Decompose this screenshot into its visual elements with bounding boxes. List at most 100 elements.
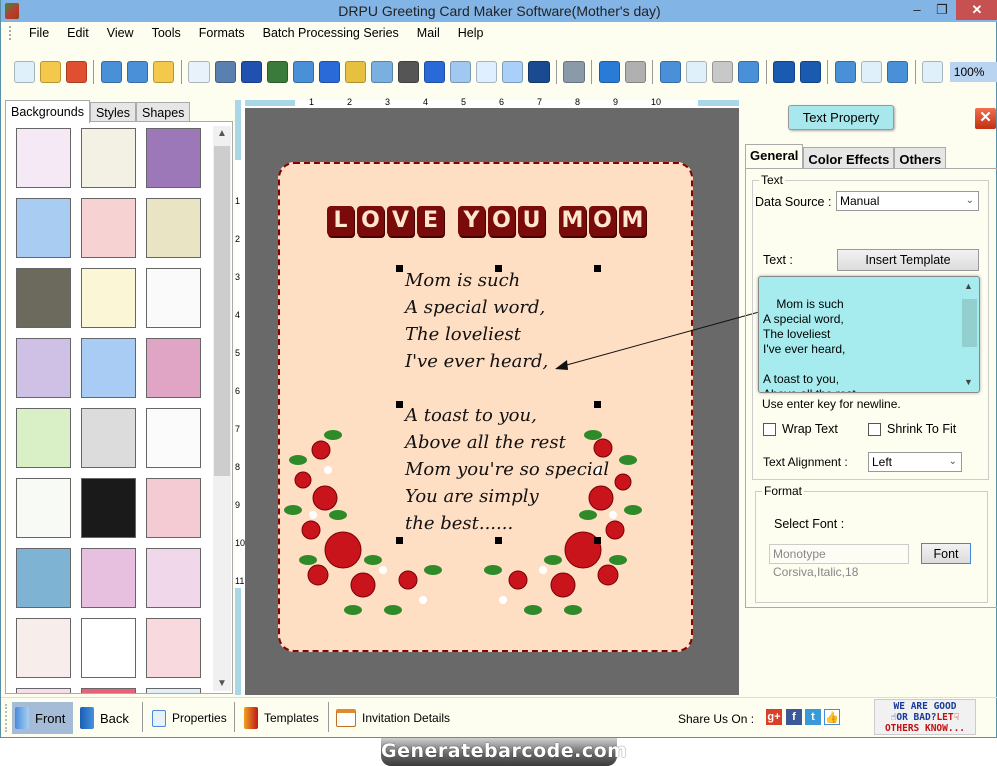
background-thumbnail-pink-lilies[interactable] — [146, 548, 201, 608]
background-icon[interactable] — [240, 61, 262, 83]
background-thumbnail-sky-clouds[interactable] — [16, 198, 71, 258]
background-thumbnail-pastel-stripes[interactable] — [16, 618, 71, 678]
grid-icon[interactable] — [834, 61, 856, 83]
background-thumbnail-red-hearts[interactable] — [146, 478, 201, 538]
textarea-scrollbar[interactable]: ▲ ▼ — [962, 279, 977, 390]
background-thumbnail-autumn-leaves[interactable] — [146, 198, 201, 258]
barcode-icon[interactable] — [397, 61, 419, 83]
menu-file[interactable]: File — [20, 22, 58, 44]
tab-general[interactable]: General — [745, 144, 804, 169]
scroll-up-icon[interactable]: ▲ — [213, 128, 231, 139]
text-icon[interactable] — [423, 61, 445, 83]
background-thumbnail-kids-doodles[interactable] — [146, 408, 201, 468]
paste-icon[interactable] — [712, 61, 734, 83]
properties-icon[interactable] — [188, 61, 210, 83]
background-thumbnail-green-trees[interactable] — [16, 408, 71, 468]
card-icon[interactable] — [266, 61, 288, 83]
wrap-text-checkbox[interactable] — [763, 423, 776, 436]
redo-icon[interactable] — [624, 61, 646, 83]
tab-color-effects[interactable]: Color Effects — [803, 147, 895, 169]
background-thumbnail-teddy-bear[interactable] — [81, 618, 136, 678]
tab-backgrounds[interactable]: Backgrounds — [5, 100, 90, 123]
close-panel-button[interactable]: ✕ — [975, 108, 996, 129]
menu-formats[interactable]: Formats — [190, 22, 254, 44]
print-icon[interactable] — [214, 61, 236, 83]
image-icon[interactable] — [292, 61, 315, 83]
background-thumbnail-snowflakes[interactable] — [81, 338, 136, 398]
actual-size-icon[interactable] — [860, 61, 883, 83]
background-thumbnail-dark-leaves[interactable] — [16, 268, 71, 328]
background-thumbnail-baby-cream[interactable] — [81, 128, 136, 188]
zoom-level-field[interactable]: 100% — [949, 62, 997, 82]
facebook-icon[interactable]: f — [786, 709, 802, 725]
selection-handle[interactable] — [495, 537, 502, 544]
menu-mail[interactable]: Mail — [408, 22, 449, 44]
minimize-button[interactable]: – — [904, 0, 930, 20]
properties-button[interactable]: Properties — [146, 702, 227, 734]
new-icon[interactable] — [13, 61, 35, 83]
line-icon[interactable] — [528, 61, 550, 83]
background-thumbnail-strawberries[interactable] — [81, 198, 136, 258]
tab-shapes[interactable]: Shapes — [136, 102, 191, 123]
signature-icon[interactable] — [476, 61, 498, 83]
selection-handle[interactable] — [396, 537, 403, 544]
background-thumbnail-partial[interactable] — [81, 688, 136, 693]
background-thumbnail-gift-boxes[interactable] — [146, 268, 201, 328]
close-window-button[interactable]: ✕ — [956, 0, 997, 20]
feedback-banner[interactable]: WE ARE GOOD ☝OR BAD?LET☟ OTHERS KNOW... — [874, 699, 976, 735]
background-thumbnail-santa-pattern[interactable] — [16, 548, 71, 608]
menu-edit[interactable]: Edit — [58, 22, 98, 44]
background-thumbnail-mandalas[interactable] — [146, 338, 201, 398]
menu-tools[interactable]: Tools — [143, 22, 190, 44]
background-thumbnail-purple-floral[interactable] — [146, 128, 201, 188]
background-thumbnail-pink-bubbles[interactable] — [81, 548, 136, 608]
shrink-to-fit-label[interactable]: Shrink To Fit — [887, 422, 956, 436]
tab-styles[interactable]: Styles — [89, 102, 137, 123]
selection-handle[interactable] — [396, 401, 403, 408]
shapes-icon[interactable] — [345, 61, 367, 83]
wrap-text-label[interactable]: Wrap Text — [782, 422, 838, 436]
maximize-button[interactable]: ❐ — [929, 0, 955, 20]
card-headline[interactable]: LOVEYOUMOM — [327, 206, 646, 236]
google-plus-icon[interactable]: g+ — [766, 709, 782, 725]
templates-button[interactable]: Templates — [238, 702, 319, 734]
scroll-down-icon[interactable]: ▼ — [964, 375, 973, 390]
export-icon[interactable] — [153, 61, 175, 83]
text-alignment-select[interactable]: Left ⌄ — [868, 452, 962, 472]
selection-handle[interactable] — [594, 537, 601, 544]
menu-help[interactable]: Help — [449, 22, 493, 44]
background-thumbnail-baby-pink[interactable] — [16, 128, 71, 188]
background-thumbnail-pink-dress[interactable] — [146, 618, 201, 678]
mail-icon[interactable] — [502, 61, 524, 83]
insert-template-button[interactable]: Insert Template — [837, 249, 979, 271]
font-button[interactable]: Font — [921, 543, 971, 564]
tab-others[interactable]: Others — [894, 147, 947, 169]
delete-icon[interactable] — [738, 61, 760, 83]
copy-icon[interactable] — [686, 61, 708, 83]
background-thumbnail-pastel-circles[interactable] — [16, 338, 71, 398]
selection-handle[interactable] — [594, 401, 601, 408]
fit-window-icon[interactable] — [887, 61, 909, 83]
background-thumbnail-flower-rows[interactable] — [81, 268, 136, 328]
zoom-icon[interactable] — [922, 61, 944, 83]
cut-icon[interactable] — [659, 61, 682, 83]
selection-handle[interactable] — [495, 265, 502, 272]
front-button[interactable]: Front — [12, 702, 73, 734]
menu-view[interactable]: View — [98, 22, 143, 44]
background-thumbnail-green-hearts[interactable] — [16, 478, 71, 538]
wordart-icon[interactable] — [371, 61, 393, 83]
text-box-icon[interactable] — [449, 61, 472, 83]
scrollbar-thumb[interactable] — [962, 299, 977, 347]
database-icon[interactable] — [563, 61, 585, 83]
like-icon[interactable]: 👍 — [824, 709, 840, 725]
font-value-field[interactable]: Monotype Corsiva,Italic,18 — [769, 544, 909, 579]
send-back-icon[interactable] — [799, 61, 821, 83]
scroll-up-icon[interactable]: ▲ — [964, 279, 973, 294]
gallery-scrollbar[interactable]: ▲ ▼ — [213, 126, 231, 691]
pen-icon[interactable] — [319, 61, 341, 83]
open-icon[interactable] — [39, 61, 61, 83]
selection-handle[interactable] — [594, 265, 601, 272]
data-source-select[interactable]: Manual ⌄ — [836, 191, 979, 211]
background-thumbnail-fireworks[interactable] — [81, 478, 136, 538]
invitation-details-button[interactable]: Invitation Details — [330, 702, 450, 734]
